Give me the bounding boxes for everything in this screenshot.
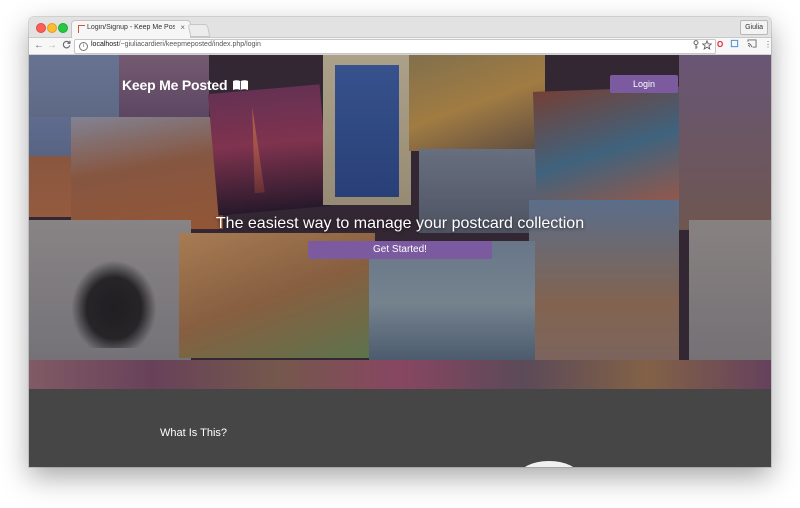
browser-toolbar: ← → i localhost/~giuliacardieri/keepmepo… xyxy=(29,38,771,55)
about-section: What Is This? xyxy=(29,389,771,467)
window-minimize-button[interactable] xyxy=(47,23,57,33)
get-started-button[interactable]: Get Started! xyxy=(308,241,492,259)
reload-icon xyxy=(62,40,71,49)
open-book-icon xyxy=(232,78,249,94)
hero-tagline: The easiest way to manage your postcard … xyxy=(215,215,585,232)
favicon-icon xyxy=(78,25,85,33)
screenshot-icon[interactable] xyxy=(730,39,741,49)
url-path: /~giuliacardieri/keepmeposted/index.php/… xyxy=(118,41,261,48)
hero-section: Keep Me Posted Login The easiest way to … xyxy=(29,55,771,389)
tab-close-icon[interactable]: × xyxy=(180,23,185,32)
cast-icon[interactable] xyxy=(747,39,759,49)
section-title: What Is This? xyxy=(160,427,228,439)
browser-window: Login/Signup - Keep Me Posted × Giulia ←… xyxy=(29,17,771,467)
kebab-menu-icon[interactable]: ⋮ xyxy=(764,40,771,49)
forward-button[interactable]: → xyxy=(47,39,57,53)
reload-button[interactable] xyxy=(62,39,71,53)
tab-strip: Login/Signup - Keep Me Posted × Giulia xyxy=(29,17,771,38)
section-illustration xyxy=(519,461,579,467)
tab-title: Login/Signup - Keep Me Posted xyxy=(87,24,175,31)
star-icon[interactable] xyxy=(701,39,713,51)
url-host: localhost xyxy=(91,41,119,48)
info-icon[interactable]: i xyxy=(79,42,88,51)
new-tab-button[interactable] xyxy=(187,24,211,37)
window-maximize-button[interactable] xyxy=(58,23,68,33)
extension-icons: O ⋮ xyxy=(717,39,771,49)
back-button[interactable]: ← xyxy=(34,39,44,53)
key-icon[interactable] xyxy=(692,40,700,50)
address-bar[interactable]: i localhost/~giuliacardieri/keepmeposted… xyxy=(74,39,716,54)
window-close-button[interactable] xyxy=(36,23,46,33)
profile-button[interactable]: Giulia xyxy=(740,20,768,35)
url-text: localhost/~giuliacardieri/keepmeposted/i… xyxy=(91,41,261,48)
brand-name: Keep Me Posted xyxy=(122,77,228,93)
opera-icon[interactable]: O xyxy=(717,40,723,49)
tab-login-signup[interactable]: Login/Signup - Keep Me Posted × xyxy=(71,20,191,38)
omnibox-icons xyxy=(692,39,713,51)
login-button[interactable]: Login xyxy=(610,75,678,93)
brand-logo[interactable]: Keep Me Posted xyxy=(122,77,249,94)
page-viewport: Keep Me Posted Login The easiest way to … xyxy=(29,55,771,467)
